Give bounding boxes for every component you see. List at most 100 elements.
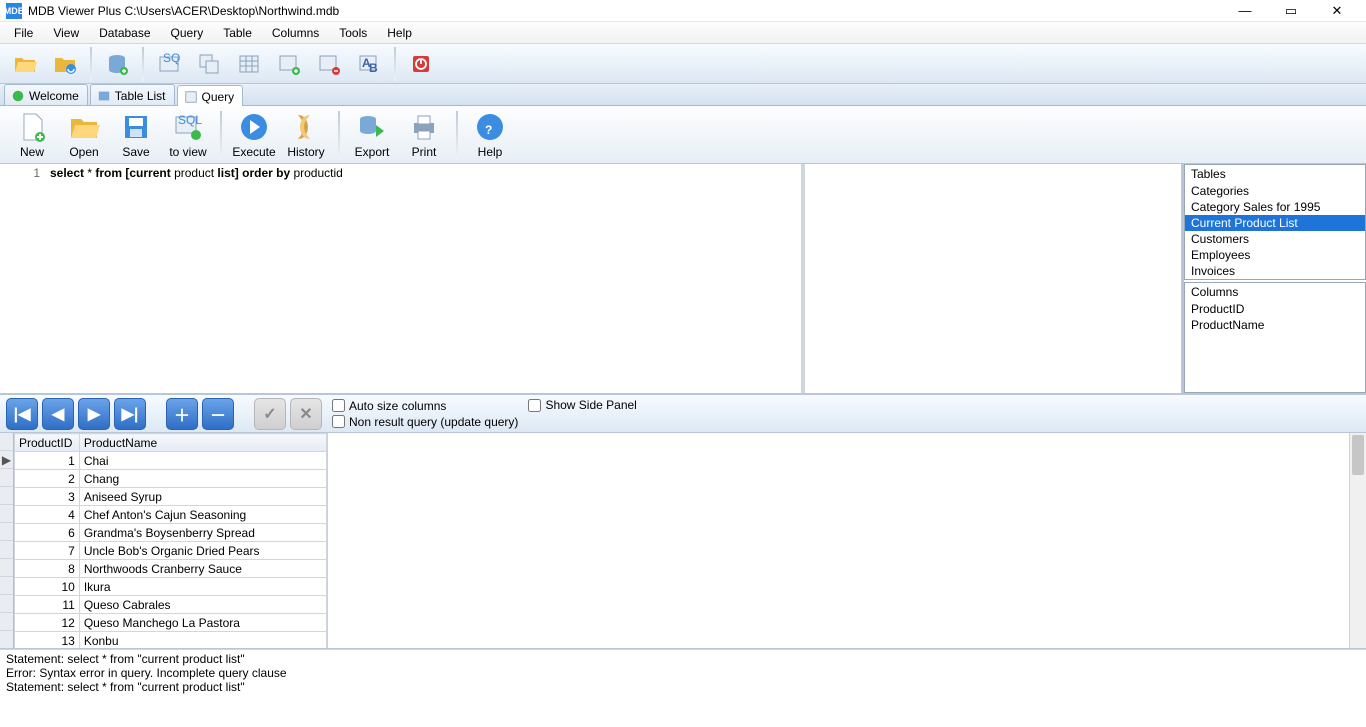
- table-rename-button[interactable]: AB: [350, 47, 388, 81]
- menu-file[interactable]: File: [6, 24, 41, 42]
- help-button[interactable]: ?Help: [464, 108, 516, 162]
- tab-tablelist-label: Table List: [115, 89, 166, 103]
- auto-size-checkbox[interactable]: Auto size columns: [332, 399, 518, 413]
- toolbar-separator: [394, 47, 396, 81]
- next-record-button[interactable]: ▶: [78, 398, 110, 430]
- non-result-checkbox[interactable]: Non result query (update query): [332, 415, 518, 429]
- menu-help[interactable]: Help: [379, 24, 420, 42]
- prev-record-button[interactable]: ◀: [42, 398, 74, 430]
- tab-welcome-label: Welcome: [29, 89, 79, 103]
- table-item[interactable]: Customers: [1185, 231, 1365, 247]
- titlebar: MDB MDB Viewer Plus C:\Users\ACER\Deskto…: [0, 0, 1366, 22]
- add-record-button[interactable]: ＋: [166, 398, 198, 430]
- minimize-button[interactable]: —: [1222, 3, 1268, 18]
- toolbar-separator: [142, 47, 144, 81]
- tab-welcome[interactable]: Welcome: [4, 84, 88, 105]
- toview-button[interactable]: SQLto view: [162, 108, 214, 162]
- table-row[interactable]: 7Uncle Bob's Organic Dried Pears: [15, 542, 327, 560]
- table-item[interactable]: Categories: [1185, 183, 1365, 199]
- first-record-button[interactable]: |◀: [6, 398, 38, 430]
- menu-tools[interactable]: Tools: [331, 24, 375, 42]
- table-item[interactable]: Category Sales for 1995: [1185, 199, 1365, 215]
- table-item[interactable]: Current Product List: [1185, 215, 1365, 231]
- table-row[interactable]: 3Aniseed Syrup: [15, 488, 327, 506]
- row-selector-gutter[interactable]: ▶: [0, 433, 14, 648]
- table-add-button[interactable]: [270, 47, 308, 81]
- results-scrollbar[interactable]: [1349, 433, 1366, 648]
- columns-head: Columns: [1185, 283, 1365, 301]
- table-row[interactable]: 1Chai: [15, 452, 327, 470]
- table-item[interactable]: Invoices: [1185, 263, 1365, 279]
- open-query-button[interactable]: Open: [58, 108, 110, 162]
- svg-text:B: B: [369, 61, 378, 75]
- last-record-button[interactable]: ▶|: [114, 398, 146, 430]
- tab-query[interactable]: Query: [177, 85, 244, 106]
- tabstrip: Welcome Table List Query: [0, 84, 1366, 106]
- close-button[interactable]: ✕: [1314, 3, 1360, 19]
- menu-query[interactable]: Query: [163, 24, 212, 42]
- log-line: Statement: select * from "current produc…: [6, 652, 1360, 666]
- table-grid-button[interactable]: [230, 47, 268, 81]
- table-row[interactable]: 4Chef Anton's Cajun Seasoning: [15, 506, 327, 524]
- column-header[interactable]: ProductName: [79, 434, 326, 452]
- table-row[interactable]: 12Queso Manchego La Pastora: [15, 614, 327, 632]
- menu-columns[interactable]: Columns: [264, 24, 327, 42]
- column-item[interactable]: ProductName: [1185, 317, 1365, 333]
- history-label: History: [287, 145, 324, 159]
- table-row[interactable]: 8Northwoods Cranberry Sauce: [15, 560, 327, 578]
- power-button[interactable]: [402, 47, 440, 81]
- column-item[interactable]: ProductID: [1185, 301, 1365, 317]
- table-item[interactable]: Employees: [1185, 247, 1365, 263]
- results-empty-area: [328, 433, 1366, 648]
- editor-area: 1 select * from [current product list] o…: [0, 164, 1366, 395]
- save-query-button[interactable]: Save: [110, 108, 162, 162]
- print-button[interactable]: Print: [398, 108, 450, 162]
- log-line: Error: Syntax error in query. Incomplete…: [6, 666, 1360, 680]
- maximize-button[interactable]: ▭: [1268, 3, 1314, 19]
- table-row[interactable]: 2Chang: [15, 470, 327, 488]
- export-button[interactable]: Export: [346, 108, 398, 162]
- editor-wrap: 1 select * from [current product list] o…: [0, 164, 1182, 393]
- new-label: New: [20, 145, 44, 159]
- menu-view[interactable]: View: [45, 24, 87, 42]
- table-row[interactable]: 11Queso Cabrales: [15, 596, 327, 614]
- sql-editor[interactable]: select * from [current product list] ord…: [46, 164, 801, 393]
- svg-text:SQL: SQL: [178, 113, 202, 127]
- tab-tablelist[interactable]: Table List: [90, 84, 175, 105]
- save-label: Save: [122, 145, 149, 159]
- refresh-folder-button[interactable]: [46, 47, 84, 81]
- help-label: Help: [478, 145, 503, 159]
- app-icon: MDB: [6, 3, 22, 19]
- open-folder-button[interactable]: [6, 47, 44, 81]
- tables-button[interactable]: [190, 47, 228, 81]
- menu-table[interactable]: Table: [215, 24, 260, 42]
- tables-panel: Tables CategoriesCategory Sales for 1995…: [1184, 164, 1366, 280]
- menu-database[interactable]: Database: [91, 24, 158, 42]
- sql-table-button[interactable]: SQL: [150, 47, 188, 81]
- results-grid-wrap: ▶ ProductIDProductName1Chai2Chang3Anisee…: [0, 433, 328, 648]
- execute-button[interactable]: Execute: [228, 108, 280, 162]
- table-row[interactable]: 6Grandma's Boysenberry Spread: [15, 524, 327, 542]
- table-row[interactable]: 13Konbu: [15, 632, 327, 649]
- svg-text:SQL: SQL: [163, 52, 181, 65]
- toolbar-separator: [220, 111, 222, 159]
- table-delete-button[interactable]: [310, 47, 348, 81]
- delete-record-button[interactable]: －: [202, 398, 234, 430]
- history-button[interactable]: History: [280, 108, 332, 162]
- open-label: Open: [69, 145, 98, 159]
- db-add-button[interactable]: [98, 47, 136, 81]
- options-column-2: Show Side Panel: [528, 398, 636, 412]
- cancel-edit-button[interactable]: ✕: [290, 398, 322, 430]
- tables-list[interactable]: CategoriesCategory Sales for 1995Current…: [1185, 183, 1365, 279]
- nav-row: |◀ ◀ ▶ ▶| ＋ － ✓ ✕ Auto size columns Non …: [0, 395, 1366, 433]
- log-panel[interactable]: Statement: select * from "current produc…: [0, 649, 1366, 705]
- columns-list[interactable]: ProductIDProductName: [1185, 301, 1365, 392]
- tab-query-label: Query: [202, 90, 235, 104]
- new-query-button[interactable]: New: [6, 108, 58, 162]
- show-side-checkbox[interactable]: Show Side Panel: [528, 398, 636, 412]
- columns-panel: Columns ProductIDProductName: [1184, 282, 1366, 393]
- results-grid[interactable]: ProductIDProductName1Chai2Chang3Aniseed …: [14, 433, 327, 648]
- column-header[interactable]: ProductID: [15, 434, 80, 452]
- commit-button[interactable]: ✓: [254, 398, 286, 430]
- table-row[interactable]: 10Ikura: [15, 578, 327, 596]
